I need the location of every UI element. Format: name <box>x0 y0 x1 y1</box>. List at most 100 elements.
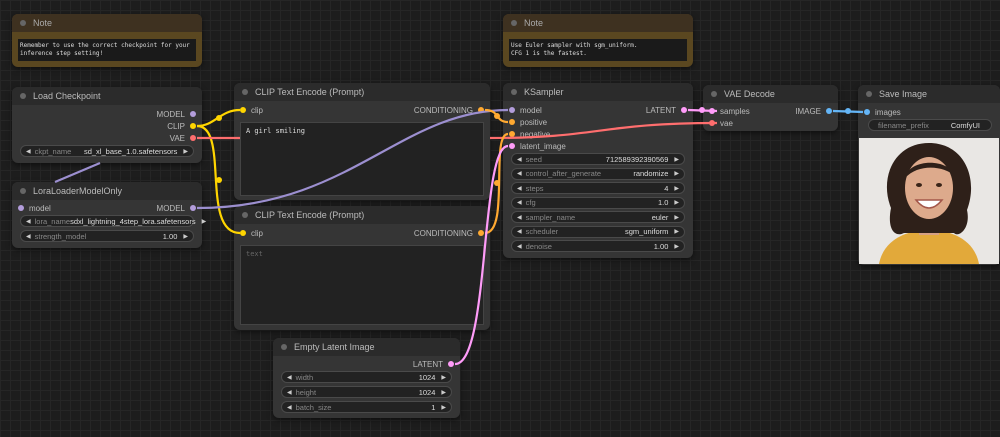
slot-dot-icon[interactable] <box>240 230 246 236</box>
scheduler-widget[interactable]: ◀ scheduler sgm_uniform ▶ <box>511 225 685 238</box>
slot-dot-icon[interactable] <box>448 361 454 367</box>
prompt-textarea[interactable]: text <box>240 245 484 325</box>
arrow-left-icon[interactable]: ◀ <box>517 156 522 163</box>
output-image-preview[interactable] <box>859 138 999 264</box>
batch-size-widget[interactable]: ◀ batch_size 1 ▶ <box>281 401 452 413</box>
note-text[interactable]: Remember to use the correct checkpoint f… <box>18 39 196 61</box>
arrow-left-icon[interactable]: ◀ <box>517 199 522 206</box>
seed-widget[interactable]: ◀ seed 712589392390569 ▶ <box>511 153 685 165</box>
arrow-left-icon[interactable]: ◀ <box>517 243 522 250</box>
slot-dot-icon[interactable] <box>190 205 196 211</box>
slot-dot-icon[interactable] <box>509 131 515 137</box>
arrow-right-icon[interactable]: ▶ <box>674 243 679 250</box>
output-latent[interactable]: LATENT <box>646 106 687 115</box>
slot-dot-icon[interactable] <box>190 111 196 117</box>
lora-loader-node[interactable]: LoraLoaderModelOnly model MODEL ◀ lora_nam… <box>12 182 206 248</box>
collapse-dot-icon[interactable] <box>711 91 717 97</box>
arrow-left-icon[interactable]: ◀ <box>517 170 522 177</box>
input-model[interactable]: model <box>18 204 51 213</box>
note-node[interactable]: Note Use Euler sampler with sgm_uniform.… <box>503 14 693 67</box>
input-negative[interactable]: negative <box>509 130 550 139</box>
input-positive[interactable]: positive <box>509 118 547 127</box>
width-widget[interactable]: ◀ width 1024 ▶ <box>281 371 452 383</box>
arrow-right-icon[interactable]: ▶ <box>674 214 679 221</box>
arrow-right-icon[interactable]: ▶ <box>441 404 446 411</box>
arrow-right-icon[interactable]: ▶ <box>674 170 679 177</box>
collapse-dot-icon[interactable] <box>511 89 517 95</box>
save-image-node[interactable]: Save Image images filename_prefix ComfyUI <box>858 85 1000 265</box>
lora-name-widget[interactable]: ◀ lora_name sdxl_lightning_4step_lora.safe… <box>20 215 206 227</box>
collapse-dot-icon[interactable] <box>866 91 872 97</box>
output-vae[interactable]: VAE <box>170 134 196 143</box>
output-model[interactable]: MODEL <box>157 110 196 119</box>
arrow-left-icon[interactable]: ◀ <box>26 218 31 225</box>
input-clip[interactable]: clip <box>240 229 263 238</box>
slot-dot-icon[interactable] <box>478 107 484 113</box>
slot-dot-icon[interactable] <box>509 107 515 113</box>
arrow-left-icon[interactable]: ◀ <box>517 214 522 221</box>
ksampler-node[interactable]: KSampler model LATENT positive negative l… <box>503 83 693 258</box>
slot-dot-icon[interactable] <box>826 108 832 114</box>
arrow-right-icon[interactable]: ▶ <box>674 228 679 235</box>
output-clip[interactable]: CLIP <box>167 122 196 131</box>
arrow-right-icon[interactable]: ▶ <box>674 156 679 163</box>
arrow-left-icon[interactable]: ◀ <box>287 374 292 381</box>
output-conditioning[interactable]: CONDITIONING <box>414 229 484 238</box>
empty-latent-image-node[interactable]: Empty Latent Image LATENT ◀ width 1024 ▶ ◀ h… <box>273 338 460 418</box>
clip-text-encode-positive-node[interactable]: CLIP Text Encode (Prompt) clip CONDITIONI… <box>234 83 490 200</box>
slot-dot-icon[interactable] <box>864 109 870 115</box>
steps-widget[interactable]: ◀ steps 4 ▶ <box>511 182 685 194</box>
denoise-widget[interactable]: ◀ denoise 1.00 ▶ <box>511 240 685 252</box>
slot-dot-icon[interactable] <box>240 107 246 113</box>
sampler-name-widget[interactable]: ◀ sampler_name euler ▶ <box>511 211 685 223</box>
strength-model-widget[interactable]: ◀ strength_model 1.00 ▶ <box>20 230 194 242</box>
control-after-generate-widget[interactable]: ◀ control_after_generate randomize ▶ <box>511 167 685 180</box>
output-latent[interactable]: LATENT <box>413 360 454 369</box>
arrow-left-icon[interactable]: ◀ <box>287 389 292 396</box>
prompt-textarea[interactable]: A girl smiling <box>240 122 484 196</box>
slot-dot-icon[interactable] <box>18 205 24 211</box>
arrow-right-icon[interactable]: ▶ <box>183 148 188 155</box>
note-text[interactable]: Use Euler sampler with sgm_uniform. CFG … <box>509 39 687 61</box>
input-images[interactable]: images <box>864 108 901 117</box>
arrow-right-icon[interactable]: ▶ <box>202 218 207 225</box>
input-model[interactable]: model <box>509 106 542 115</box>
arrow-right-icon[interactable]: ▶ <box>674 185 679 192</box>
collapse-dot-icon[interactable] <box>281 344 287 350</box>
arrow-left-icon[interactable]: ◀ <box>287 404 292 411</box>
slot-dot-icon[interactable] <box>681 107 687 113</box>
clip-text-encode-negative-node[interactable]: CLIP Text Encode (Prompt) clip CONDITIONI… <box>234 206 490 330</box>
collapse-dot-icon[interactable] <box>20 188 26 194</box>
slot-dot-icon[interactable] <box>709 120 715 126</box>
slot-dot-icon[interactable] <box>190 135 196 141</box>
note-node[interactable]: Note Remember to use the correct checkpo… <box>12 14 202 67</box>
output-image[interactable]: IMAGE <box>795 107 832 116</box>
cfg-widget[interactable]: ◀ cfg 1.0 ▶ <box>511 196 685 209</box>
output-conditioning[interactable]: CONDITIONING <box>414 106 484 115</box>
arrow-right-icon[interactable]: ▶ <box>674 199 679 206</box>
ckpt-name-widget[interactable]: ◀ ckpt_name sd_xl_base_1.0.safetensors ▶ <box>20 145 194 157</box>
collapse-dot-icon[interactable] <box>20 93 26 99</box>
slot-dot-icon[interactable] <box>478 230 484 236</box>
input-latent-image[interactable]: latent_image <box>509 142 566 151</box>
load-checkpoint-node[interactable]: Load Checkpoint MODEL CLIP VAE ◀ ckpt_nam… <box>12 87 202 163</box>
input-samples[interactable]: samples <box>709 107 750 116</box>
slot-dot-icon[interactable] <box>709 108 715 114</box>
arrow-right-icon[interactable]: ▶ <box>441 374 446 381</box>
input-clip[interactable]: clip <box>240 106 263 115</box>
arrow-left-icon[interactable]: ◀ <box>26 148 31 155</box>
slot-dot-icon[interactable] <box>509 119 515 125</box>
collapse-dot-icon[interactable] <box>511 20 517 26</box>
collapse-dot-icon[interactable] <box>20 20 26 26</box>
collapse-dot-icon[interactable] <box>242 89 248 95</box>
input-vae[interactable]: vae <box>709 119 733 128</box>
arrow-left-icon[interactable]: ◀ <box>517 185 522 192</box>
slot-dot-icon[interactable] <box>190 123 196 129</box>
arrow-left-icon[interactable]: ◀ <box>517 228 522 235</box>
vae-decode-node[interactable]: VAE Decode samples IMAGE vae <box>703 85 838 131</box>
arrow-right-icon[interactable]: ▶ <box>183 233 188 240</box>
output-model[interactable]: MODEL <box>157 204 196 213</box>
arrow-left-icon[interactable]: ◀ <box>26 233 31 240</box>
filename-prefix-widget[interactable]: filename_prefix ComfyUI <box>868 119 992 131</box>
slot-dot-icon[interactable] <box>509 143 515 149</box>
